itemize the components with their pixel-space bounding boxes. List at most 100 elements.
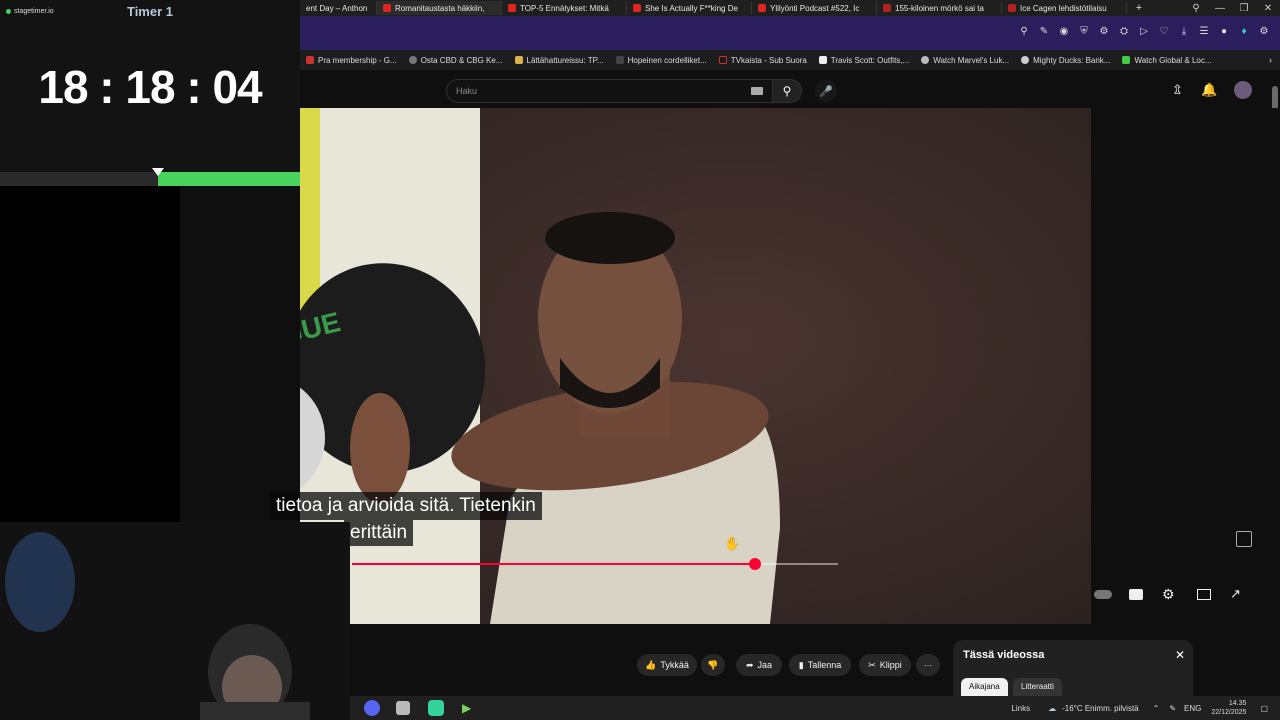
- bookmark-icon: [615, 56, 624, 64]
- dislike-button[interactable]: 👎: [701, 654, 725, 676]
- thumbs-up-icon: 👍: [645, 659, 657, 670]
- fullscreen-icon[interactable]: ↗: [1230, 586, 1241, 602]
- settings-icon[interactable]: ⛭: [1114, 26, 1134, 37]
- player-overlay-icon[interactable]: [1236, 531, 1252, 547]
- clip-button[interactable]: ✂ Klippi: [859, 654, 911, 676]
- more-actions-button[interactable]: ···: [916, 654, 940, 676]
- subtitle-line: tietoa ja arvioida sitä. Tietenkin: [270, 492, 542, 520]
- windows-taskbar: ▶ Links ☁ -16°C Enimm. pilvistä ⌃ ✎ ENG …: [350, 696, 1280, 720]
- subtitle-text: tietoa ja arvioida sitä. Tietenkin: [276, 495, 536, 516]
- tab[interactable]: ent Day – Anthon: [300, 1, 377, 15]
- avatar[interactable]: [1234, 81, 1252, 99]
- bookmark-label: Watch Marvel's Luk...: [933, 55, 1010, 65]
- youtube-icon: [508, 4, 516, 12]
- tab[interactable]: TOP-5 Ennätykset: Mitkä: [502, 1, 627, 15]
- subtitles-icon[interactable]: [1129, 589, 1143, 600]
- extension-teal-icon[interactable]: ♦: [1234, 26, 1254, 37]
- restore-icon[interactable]: ❐: [1232, 3, 1256, 14]
- bookmark[interactable]: Lättähattureissu: TP...: [509, 56, 610, 65]
- bookmark-icon: [408, 56, 417, 64]
- upload-icon[interactable]: ⇫: [1172, 82, 1183, 98]
- tab[interactable]: Ice Cagen lehdistötilaisu: [1002, 1, 1127, 15]
- weather-icon: ☁: [1048, 703, 1057, 713]
- tray-chevron-icon[interactable]: ⌃: [1153, 704, 1160, 713]
- save-label: Tallenna: [807, 660, 842, 670]
- tab[interactable]: Romanitaustasta häkkiin,: [377, 1, 502, 15]
- notifications-bell-icon[interactable]: 🔔: [1201, 82, 1217, 98]
- keyboard-icon[interactable]: [751, 87, 763, 95]
- clock-date: 22/12/2025: [1211, 709, 1247, 716]
- toolbar-icons: ⚲ ✎ ◉ ⛨ ⚙ ⛭ ▷ ♡ ⤓ ☰ ● ♦ ⚙: [1014, 26, 1274, 37]
- weather-label[interactable]: -16°C Enimm. pilvistä: [1062, 704, 1139, 713]
- share-icon: ➦: [745, 659, 754, 670]
- like-button[interactable]: 👍 Tykkää: [637, 654, 697, 676]
- bookmarks-overflow-icon[interactable]: ›: [1261, 55, 1280, 65]
- bookmark[interactable]: Pra membership - G...: [300, 56, 403, 65]
- save-button[interactable]: ▮ Tallenna: [789, 654, 851, 676]
- settings-gear-icon[interactable]: ⚙: [1162, 586, 1175, 603]
- search-icon: ⚲: [782, 84, 792, 98]
- voice-search-button[interactable]: 🎤: [815, 80, 837, 102]
- autoplay-toggle[interactable]: [1094, 590, 1112, 599]
- tab-timeline[interactable]: Aikajana: [961, 678, 1008, 696]
- stagetimer-logo: stagetimer.io: [6, 8, 54, 15]
- extension-icon[interactable]: ⚙: [1094, 26, 1114, 37]
- search-tabs-icon[interactable]: ⚲: [1184, 3, 1208, 14]
- bookmark[interactable]: Watch Marvel's Luk...: [915, 56, 1015, 65]
- timer-title: Timer 1: [126, 4, 173, 19]
- clock[interactable]: 14.35 22/12/2025: [1211, 699, 1246, 717]
- progress-played: [352, 563, 755, 565]
- search-button[interactable]: ⚲: [772, 79, 802, 103]
- app-icon-play[interactable]: ▶: [462, 701, 471, 715]
- download-icon[interactable]: ⤓: [1174, 26, 1194, 37]
- timer-display: 18 : 18 : 04: [38, 61, 262, 113]
- progress-scrubber[interactable]: [749, 558, 761, 570]
- bookmark[interactable]: Mighty Ducks: Bank...: [1015, 56, 1116, 65]
- app-icon-green[interactable]: [428, 700, 444, 716]
- bookmark-icon: ▮: [798, 659, 804, 670]
- pen-icon[interactable]: ✎: [1169, 704, 1176, 713]
- tab[interactable]: 155-kiloinen mörkö sai ta: [877, 1, 1002, 15]
- bookmark[interactable]: Watch Global & Loc...: [1116, 56, 1217, 65]
- in-this-video-panel: Tässä videossa ✕ Aikajana Litteraatti: [953, 640, 1193, 696]
- new-tab-button[interactable]: +: [1127, 2, 1151, 14]
- zoom-icon[interactable]: ⚲: [1014, 26, 1034, 37]
- bookmark-label: Watch Global & Loc...: [1134, 55, 1212, 65]
- language-label[interactable]: ENG: [1184, 704, 1201, 713]
- share-button[interactable]: ➦ Jaa: [736, 654, 782, 676]
- search-input[interactable]: Haku: [446, 79, 774, 103]
- bookmark[interactable]: TVkaista - Sub Suora: [713, 56, 813, 65]
- app-icon-shield[interactable]: [396, 701, 410, 715]
- tab-bar: ent Day – Anthon Romanitaustasta häkkiin…: [300, 0, 1280, 16]
- tab-label: Ice Cagen lehdistötilaisu: [1020, 3, 1107, 13]
- camera-icon[interactable]: ◉: [1054, 26, 1074, 37]
- close-window-icon[interactable]: ✕: [1256, 3, 1280, 14]
- tab[interactable]: She Is Actually F**king De: [627, 1, 752, 15]
- profile-icon[interactable]: ●: [1214, 26, 1234, 37]
- edit-icon[interactable]: ✎: [1034, 26, 1054, 37]
- tab-transcript[interactable]: Litteraatti: [1013, 678, 1062, 696]
- more-icon: ···: [923, 660, 933, 670]
- notifications-icon[interactable]: ▢: [1260, 704, 1268, 713]
- minimize-icon[interactable]: —: [1208, 3, 1232, 14]
- stagetimer-logo-icon: [6, 9, 11, 14]
- links-label[interactable]: Links: [1011, 704, 1030, 713]
- news-icon: [883, 4, 891, 12]
- app-icon-discord[interactable]: [364, 700, 380, 716]
- miniplayer-icon[interactable]: [1197, 589, 1211, 600]
- video-player[interactable]: ROGUE: [300, 108, 1091, 624]
- heart-icon[interactable]: ♡: [1154, 26, 1174, 37]
- bookmark[interactable]: Travis Scott: Outfits,...: [813, 56, 915, 65]
- play-icon[interactable]: ▷: [1134, 26, 1154, 37]
- panel-close-icon[interactable]: ✕: [1175, 648, 1185, 662]
- menu-icon[interactable]: ☰: [1194, 26, 1214, 37]
- bookmark[interactable]: Osta CBD & CBG Ke...: [403, 56, 509, 65]
- youtube-icon: [758, 4, 766, 12]
- tab-label: Romanitaustasta häkkiin,: [395, 3, 485, 13]
- tab[interactable]: Ylilyönti Podcast #522, Ic: [752, 1, 877, 15]
- thumbs-down-icon: 👎: [707, 659, 719, 670]
- shield-icon[interactable]: ⛨: [1074, 26, 1094, 37]
- bookmark[interactable]: Hopeinen cordelliket...: [610, 56, 713, 65]
- app-menu-icon[interactable]: ⚙: [1254, 26, 1274, 37]
- panel-title: Tässä videossa: [963, 649, 1045, 661]
